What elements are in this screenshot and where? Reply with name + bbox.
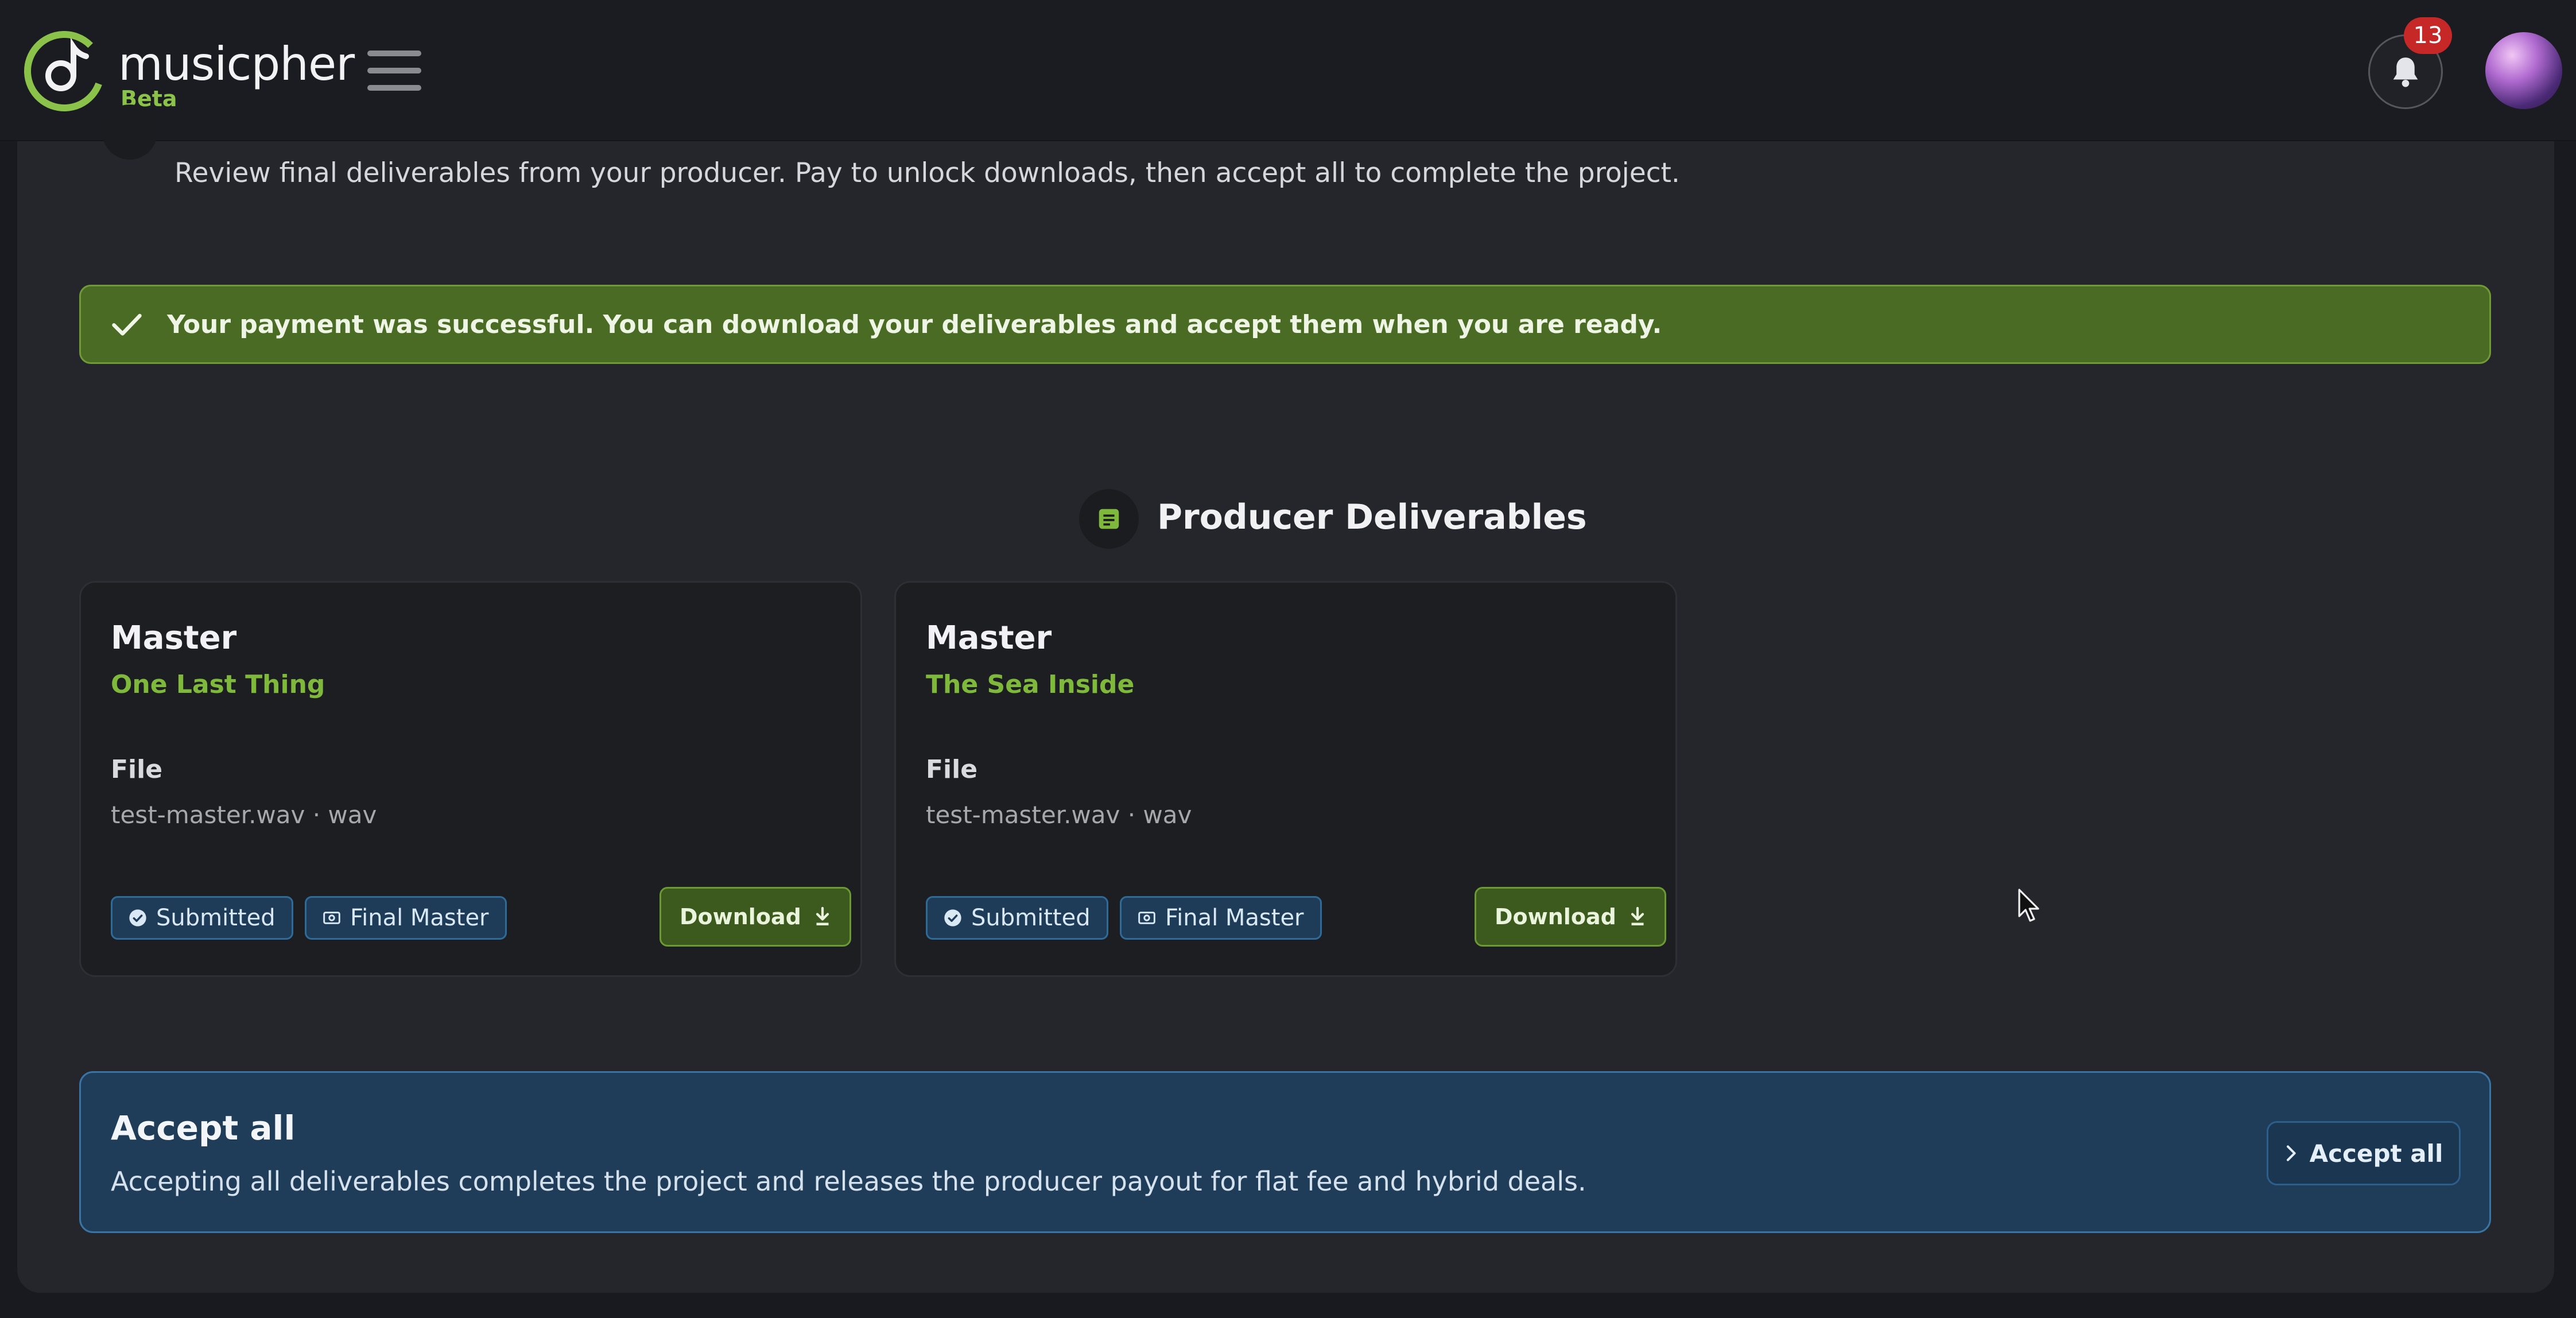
page-intro: Review final deliverables from your prod… (174, 157, 1680, 189)
status-badge: Submitted (926, 896, 1108, 940)
download-icon (1631, 906, 1644, 925)
deliverable-track: One Last Thing (111, 670, 325, 699)
download-button-label: Download (1495, 904, 1616, 929)
status-badge: Submitted (111, 896, 293, 940)
step-icon (102, 104, 157, 160)
section-icon (1079, 489, 1139, 549)
chevron-right-icon (2286, 1145, 2296, 1161)
deliverable-track: The Sea Inside (926, 670, 1135, 699)
accept-all-description: Accepting all deliverables completes the… (111, 1166, 1586, 1197)
deliverable-type: Master (926, 619, 1052, 657)
check-icon (112, 313, 142, 336)
check-circle-icon (129, 909, 146, 927)
accept-all-panel: Accept all Accepting all deliverables co… (79, 1071, 2491, 1233)
deliverable-card: Master One Last Thing File test-master.w… (79, 581, 862, 977)
accept-all-button-label: Accept all (2309, 1139, 2443, 1168)
kind-badge: Final Master (305, 896, 507, 940)
file-name: test-master.wav · wav (111, 801, 377, 829)
top-bar: musicpher Beta 13 (0, 0, 2576, 141)
section-title: Producer Deliverables (1157, 497, 1587, 537)
bell-icon (2393, 57, 2418, 87)
hamburger-menu-icon[interactable] (367, 51, 421, 91)
accept-all-title: Accept all (111, 1108, 296, 1148)
avatar[interactable] (2485, 32, 2562, 109)
download-icon (816, 906, 829, 925)
accept-all-button[interactable]: Accept all (2267, 1121, 2461, 1185)
logo-icon[interactable] (23, 30, 106, 113)
file-label: File (926, 755, 978, 784)
deliverable-card: Master The Sea Inside File test-master.w… (894, 581, 1677, 977)
document-icon (1099, 509, 1119, 529)
kind-badge-label: Final Master (350, 905, 489, 931)
download-button-label: Download (680, 904, 801, 929)
download-button[interactable]: Download (659, 887, 851, 947)
deliverable-type: Master (111, 619, 237, 657)
kind-badge-label: Final Master (1165, 905, 1304, 931)
tag-icon (1138, 912, 1155, 924)
status-badge-label: Submitted (971, 905, 1091, 931)
success-message: Your payment was successful. You can dow… (167, 309, 1662, 339)
status-badge-label: Submitted (156, 905, 276, 931)
kind-badge: Final Master (1120, 896, 1322, 940)
file-label: File (111, 755, 163, 784)
download-button[interactable]: Download (1475, 887, 1666, 947)
logo-text[interactable]: musicpher (118, 41, 355, 87)
check-circle-icon (944, 909, 961, 927)
notification-count-badge: 13 (2404, 17, 2452, 54)
file-name: test-master.wav · wav (926, 801, 1192, 829)
tag-icon (323, 912, 340, 924)
payment-success-alert: Your payment was successful. You can dow… (79, 285, 2491, 364)
mouse-cursor-icon (2018, 889, 2039, 922)
